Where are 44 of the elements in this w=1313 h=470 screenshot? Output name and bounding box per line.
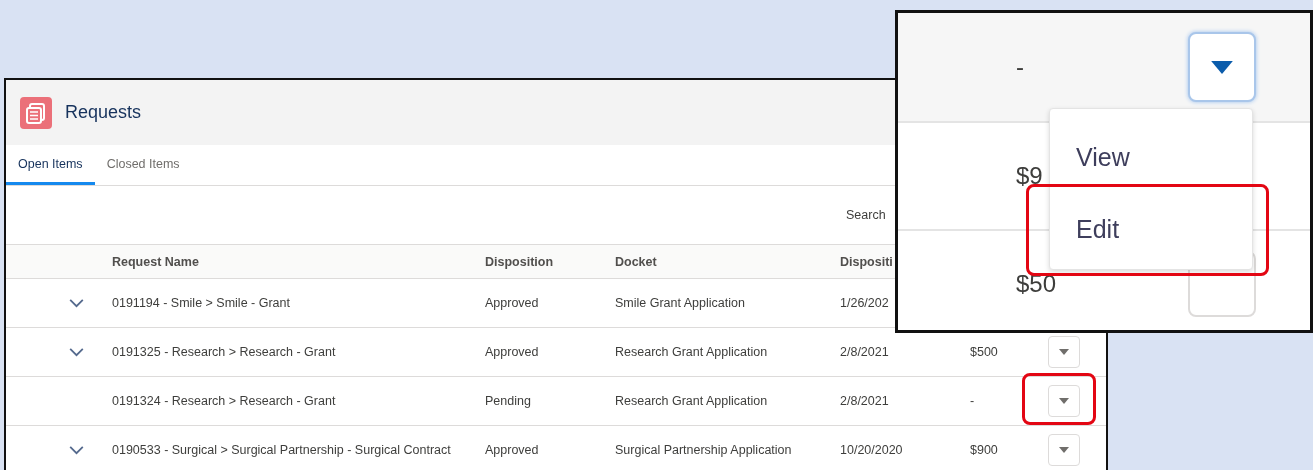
table-cell: Research Grant Application [615,394,768,408]
table-cell: $900 [970,443,998,457]
table-cell: 0191194 - Smile > Smile - Grant [112,296,290,310]
row-menu-button[interactable] [1048,434,1080,466]
row-menu-button[interactable] [1048,385,1080,417]
table-cell: Pending [485,394,531,408]
search-label: Search [846,208,886,222]
column-header: Request Name [112,254,199,269]
row-menu-button[interactable] [1188,32,1256,102]
amount-text: - [1016,53,1024,81]
table-cell: 0191324 - Research > Research - Grant [112,394,336,408]
table-cell: Smile Grant Application [615,296,745,310]
amount-text: $9 [1016,162,1043,190]
caret-icon [1059,447,1069,453]
amount-text: $50 [1016,270,1057,298]
table-cell: Approved [485,296,539,310]
table-cell: Approved [485,345,539,359]
table-cell: 0191325 - Research > Research - Grant [112,345,336,359]
list-icon [20,96,52,129]
menu-item[interactable]: Edit [1050,193,1252,265]
row-menu-button[interactable] [1048,336,1080,368]
column-header: Docket [615,254,657,269]
table-cell: 0190533 - Surgical > Surgical Partnership - Surgical Contract [112,443,451,457]
caret-icon [1059,349,1069,355]
panel-title: Requests [65,102,142,123]
tab[interactable]: Closed Items [94,145,192,185]
column-header: Dispositi [840,254,893,269]
table-cell: Research Grant Application [615,345,768,359]
column-header: Disposition [485,254,554,269]
table-cell: Approved [485,443,539,457]
table-cell: $500 [970,345,998,359]
chevron-down-icon[interactable] [69,298,84,308]
table-cell: Surgical Partnership Application [615,443,792,457]
menu-item[interactable]: View [1050,121,1252,193]
caret-icon [1059,398,1069,404]
caret-icon [1211,60,1233,74]
tab[interactable]: Open Items [6,145,95,185]
table-cell: 10/20/2020 [840,443,903,457]
chevron-down-icon[interactable] [69,445,84,455]
table-cell: 1/26/202 [840,296,889,310]
table-cell: 2/8/2021 [840,394,889,408]
chevron-down-icon[interactable] [69,347,84,357]
table-cell: - [970,394,975,408]
table-cell: 2/8/2021 [840,345,889,359]
